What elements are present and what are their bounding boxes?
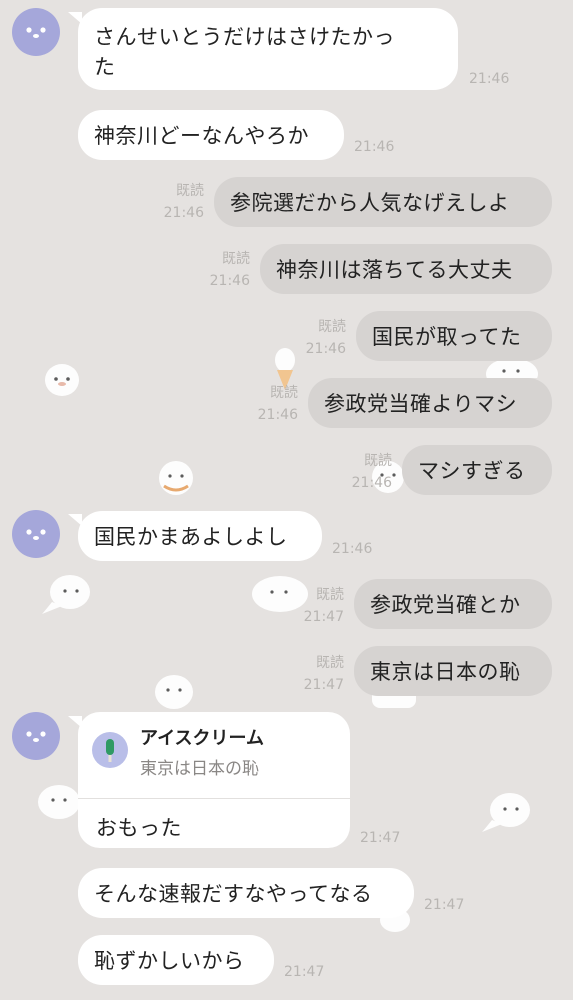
seal-avatar-icon (26, 27, 46, 38)
message-text: 国民かまあよしよし (94, 525, 288, 549)
reply-quote-header[interactable]: アイスクリーム 東京は日本の恥 (78, 712, 350, 799)
message-text: 参院選だから人気なげえしよ (230, 191, 510, 215)
read-label: 既読 (270, 385, 298, 401)
message-time: 21:47 (303, 677, 344, 693)
message-text: 神奈川は落ちてる大丈夫 (276, 258, 513, 282)
message-bubble[interactable]: 神奈川は落ちてる大丈夫 (260, 244, 552, 294)
seal-avatar-icon (26, 529, 46, 540)
message-time: 21:47 (424, 897, 465, 913)
sender-avatar[interactable] (12, 712, 60, 760)
read-receipt: 既読 21:47 (290, 584, 344, 628)
message-bubble[interactable]: 東京は日本の恥 (354, 646, 552, 696)
background-seal-icon (482, 793, 530, 832)
read-receipt: 既読 21:46 (292, 316, 346, 360)
message-text: 参政党当確とか (370, 593, 521, 617)
message-text: 参政党当確よりマシ (324, 392, 518, 416)
message-text: マシすぎる (418, 459, 526, 483)
read-receipt: 既読 21:46 (338, 450, 392, 494)
message-time: 21:46 (332, 541, 373, 557)
message-text: 神奈川どーなんやろか (94, 124, 309, 148)
green-ice-cream-icon (106, 739, 114, 762)
sender-avatar[interactable] (12, 8, 60, 56)
background-seal-icon (155, 675, 193, 709)
message-text: 恥ずかしいから (94, 949, 245, 973)
message-time: 21:46 (469, 71, 510, 87)
message-time: 21:46 (209, 273, 250, 289)
read-label: 既読 (222, 251, 250, 267)
message-bubble[interactable]: 恥ずかしいから (78, 935, 274, 985)
message-time: 21:46 (351, 475, 392, 491)
read-label: 既読 (316, 655, 344, 671)
message-time: 21:47 (303, 609, 344, 625)
message-text: そんな速報だすなやってなる (94, 882, 373, 906)
message-bubble[interactable]: マシすぎる (402, 445, 552, 495)
message-bubble[interactable]: 国民かまあよしよし (78, 511, 322, 561)
message-time: 21:46 (257, 407, 298, 423)
message-time: 21:47 (360, 830, 401, 846)
seal-avatar-icon (26, 731, 46, 742)
reply-message-bubble[interactable]: アイスクリーム 東京は日本の恥 おもった (78, 712, 350, 848)
message-bubble[interactable]: 参政党当確とか (354, 579, 552, 629)
message-text-line1: さんせいとうだけはさけたかっ (94, 25, 395, 49)
message-bubble[interactable]: 参政党当確よりマシ (308, 378, 552, 428)
reply-sender-thumbnail (92, 732, 128, 768)
message-bubble[interactable]: そんな速報だすなやってなる (78, 868, 414, 918)
message-time: 21:47 (284, 964, 325, 980)
background-seal-icon (42, 575, 90, 614)
message-bubble[interactable]: 参院選だから人気なげえしよ (214, 177, 552, 227)
read-label: 既読 (316, 587, 344, 603)
read-label: 既読 (176, 183, 204, 199)
message-bubble[interactable]: 神奈川どーなんやろか (78, 110, 344, 160)
reply-sender-name: アイスクリーム (140, 728, 265, 749)
read-receipt: 既読 21:46 (244, 382, 298, 426)
sender-avatar[interactable] (12, 510, 60, 558)
background-seal-icon (159, 461, 193, 495)
message-time: 21:46 (163, 205, 204, 221)
message-text: おもった (96, 816, 182, 840)
message-bubble[interactable]: さんせいとうだけはさけたかった (78, 8, 458, 90)
message-text-line2: た (94, 55, 116, 79)
read-receipt: 既読 21:46 (196, 248, 250, 292)
read-label: 既読 (364, 453, 392, 469)
message-text: 国民が取ってた (372, 325, 522, 349)
message-time: 21:46 (305, 341, 346, 357)
read-receipt: 既読 21:47 (290, 652, 344, 696)
reply-quoted-text: 東京は日本の恥 (140, 759, 259, 779)
message-time: 21:46 (354, 139, 395, 155)
read-label: 既読 (318, 319, 346, 335)
background-seal-icon (45, 364, 79, 396)
read-receipt: 既読 21:46 (150, 180, 204, 224)
message-text: 東京は日本の恥 (370, 660, 521, 684)
background-seal-icon (38, 785, 80, 819)
message-bubble[interactable]: 国民が取ってた (356, 311, 552, 361)
